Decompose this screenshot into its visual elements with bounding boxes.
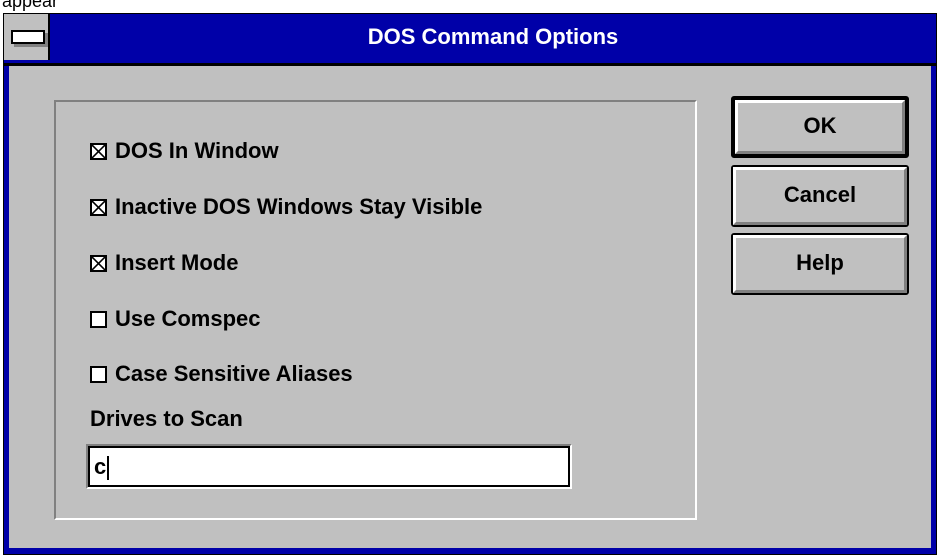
check-x-icon — [92, 200, 105, 214]
option-label: Case Sensitive Aliases — [115, 361, 353, 386]
checkbox-case-sensitive-aliases[interactable] — [90, 365, 107, 383]
system-menu-button[interactable] — [4, 14, 50, 60]
check-x-icon — [92, 144, 105, 158]
help-button-label: Help — [796, 250, 844, 275]
option-dos-in-window[interactable]: DOS In Window — [90, 136, 279, 166]
check-x-icon — [92, 256, 105, 270]
option-label: Insert Mode — [115, 250, 239, 275]
drives-to-scan-value: c — [94, 454, 107, 479]
title-bar[interactable]: DOS Command Options — [4, 14, 936, 66]
cancel-button-label: Cancel — [783, 182, 857, 207]
checkbox-dos-in-window[interactable] — [90, 142, 107, 160]
option-use-comspec[interactable]: Use Comspec — [90, 304, 261, 334]
drives-to-scan-field[interactable]: c — [86, 444, 572, 489]
page: appear DOS Command Options DOS In Window — [0, 0, 943, 558]
checkbox-insert-mode[interactable] — [90, 254, 107, 272]
option-label: Use Comspec — [115, 306, 261, 331]
options-group-box: DOS In Window Inactive DOS Windows Stay … — [54, 100, 697, 520]
option-inactive-dos-windows-stay-visible[interactable]: Inactive DOS Windows Stay Visible — [90, 192, 482, 222]
ok-button-label: OK — [803, 113, 837, 138]
dialog-client-area: DOS In Window Inactive DOS Windows Stay … — [9, 66, 931, 548]
text-caret — [107, 456, 110, 481]
option-label: DOS In Window — [115, 138, 279, 163]
option-case-sensitive-aliases[interactable]: Case Sensitive Aliases — [90, 359, 353, 389]
help-button[interactable]: Help — [731, 233, 909, 295]
checkbox-use-comspec[interactable] — [90, 310, 107, 328]
drives-to-scan-input[interactable]: c — [88, 446, 570, 487]
drives-to-scan-label: Drives to Scan — [90, 406, 243, 431]
ok-button[interactable]: OK — [731, 96, 909, 158]
cancel-button[interactable]: Cancel — [731, 165, 909, 227]
option-insert-mode[interactable]: Insert Mode — [90, 248, 238, 278]
option-label: Inactive DOS Windows Stay Visible — [115, 194, 483, 219]
checkbox-inactive-dos-windows[interactable] — [90, 198, 107, 216]
dos-command-options-dialog: DOS Command Options DOS In Window Inacti… — [3, 13, 937, 555]
page-text-fragment: appear — [2, 0, 59, 11]
system-menu-icon — [11, 30, 45, 44]
dialog-title: DOS Command Options — [367, 24, 619, 49]
